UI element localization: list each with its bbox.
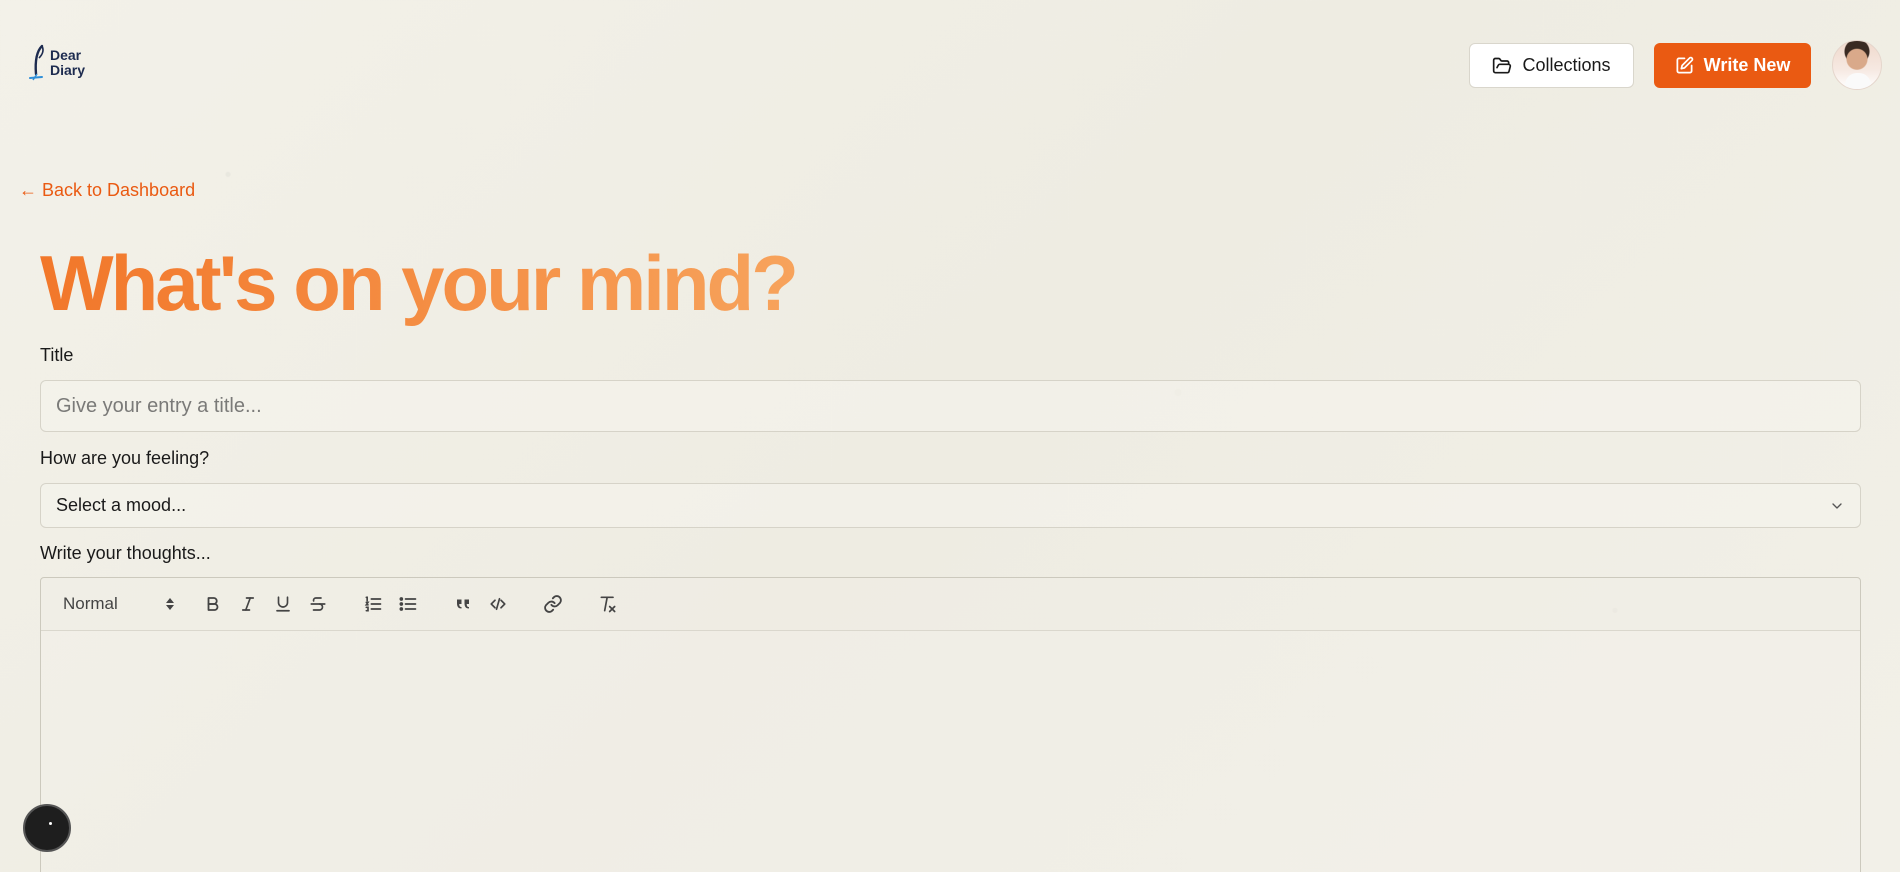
link-button[interactable] <box>539 590 567 618</box>
bold-button[interactable] <box>199 590 227 618</box>
underline-button[interactable] <box>269 590 297 618</box>
sort-arrows-icon <box>166 598 174 610</box>
collections-label: Collections <box>1522 55 1611 75</box>
floating-action-button[interactable] <box>23 804 71 852</box>
editor-toolbar: Normal <box>40 577 1861 631</box>
bold-icon <box>207 597 219 611</box>
content-label: Write your thoughts... <box>40 543 211 563</box>
rich-text-editor[interactable] <box>40 630 1861 872</box>
mood-select[interactable]: Select a mood... <box>40 483 1861 528</box>
logo-line-2: Diary <box>50 62 86 78</box>
logo-wordmark: Dear Diary <box>50 48 85 78</box>
quill-pen-icon <box>29 44 44 81</box>
italic-icon <box>241 597 255 611</box>
mood-selected-value: Select a mood... <box>56 495 187 515</box>
quote-icon <box>457 599 469 609</box>
mood-label: How are you feeling? <box>40 448 210 468</box>
ordered-list-icon <box>364 596 382 612</box>
write-new-button[interactable]: Write New <box>1654 43 1811 88</box>
write-new-label: Write New <box>1703 55 1791 75</box>
heading-format-select[interactable]: Normal <box>63 594 175 614</box>
code-icon <box>490 597 506 611</box>
strikethrough-button[interactable] <box>304 590 332 618</box>
back-to-dashboard-link[interactable]: ← Back to Dashboard <box>19 180 195 201</box>
folder-open-icon <box>1493 57 1512 73</box>
bullet-list-button[interactable] <box>394 590 422 618</box>
clear-formatting-button[interactable] <box>594 590 622 618</box>
page-title: What's on your mind? <box>40 239 799 327</box>
heading-format-value: Normal <box>63 594 118 613</box>
app-header: Dear Diary Collections Write New <box>0 0 1900 120</box>
collections-button[interactable]: Collections <box>1469 43 1634 88</box>
logo-line-1: Dear <box>50 47 82 63</box>
code-block-button[interactable] <box>484 590 512 618</box>
logo[interactable]: Dear Diary <box>28 44 85 82</box>
title-input[interactable] <box>40 380 1861 432</box>
blockquote-button[interactable] <box>449 590 477 618</box>
strikethrough-icon <box>310 597 326 611</box>
dot-icon <box>48 821 52 825</box>
ordered-list-button[interactable] <box>359 590 387 618</box>
user-avatar[interactable] <box>1832 40 1882 90</box>
italic-button[interactable] <box>234 590 262 618</box>
chevron-down-icon <box>1832 502 1842 509</box>
clear-format-icon <box>600 596 616 613</box>
bullet-list-icon <box>399 597 417 611</box>
pencil-square-icon <box>1676 56 1693 74</box>
link-icon <box>544 595 562 613</box>
title-label: Title <box>40 345 74 365</box>
underline-icon <box>276 596 290 612</box>
